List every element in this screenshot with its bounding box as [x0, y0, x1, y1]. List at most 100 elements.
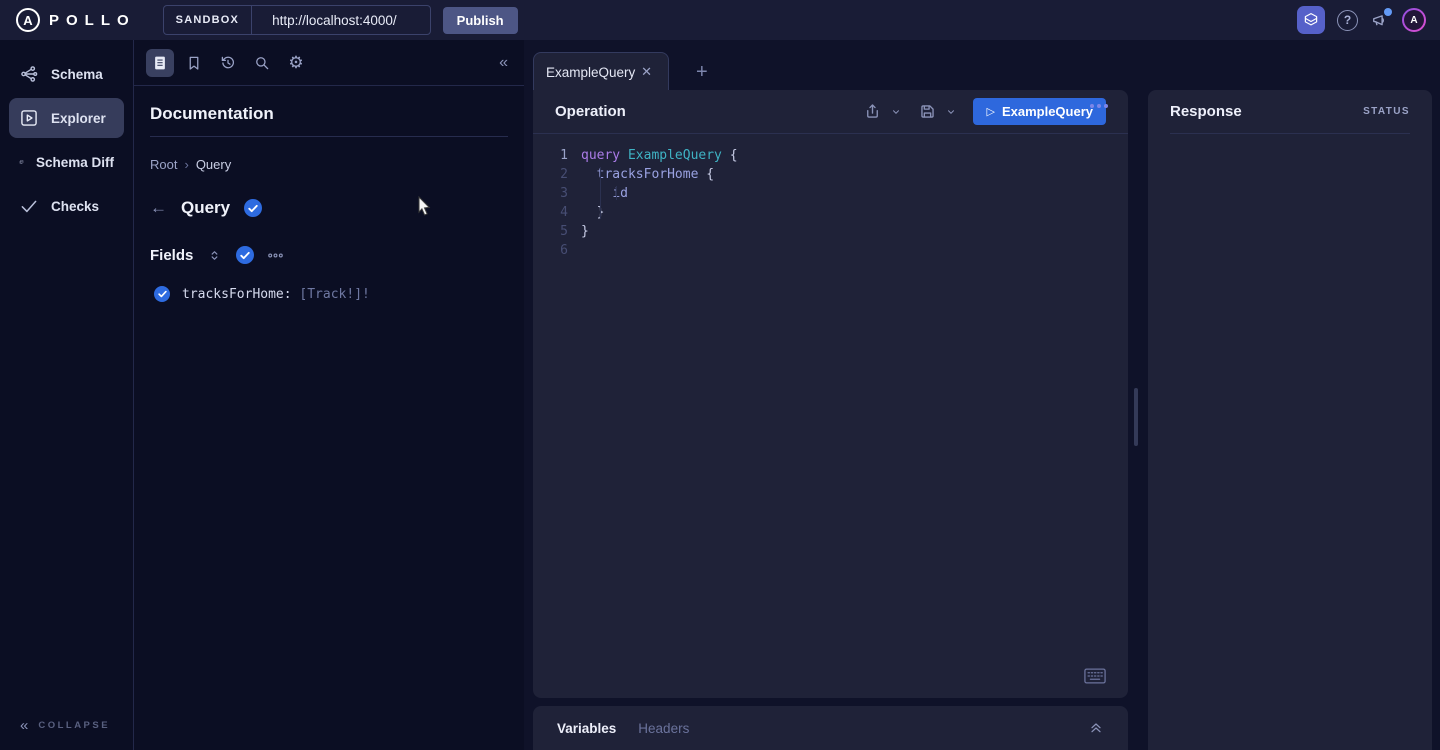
documentation-panel: ⚙ « Documentation Root › Query ← Query F… — [133, 40, 524, 750]
saved-operations-button[interactable] — [180, 49, 208, 77]
field-type[interactable]: [Track!]! — [299, 287, 369, 302]
docs-panel-title: Documentation — [150, 104, 508, 124]
share-operation-button[interactable] — [863, 102, 882, 121]
collapse-label: COLLAPSE — [38, 720, 110, 731]
notification-dot — [1384, 8, 1392, 16]
sidebar-item-checks[interactable]: Checks — [9, 186, 124, 226]
keyboard-shortcuts-button[interactable] — [1084, 668, 1106, 684]
fields-header-row: Fields — [150, 246, 508, 264]
check-icon — [158, 290, 167, 298]
explorer-play-icon — [19, 108, 39, 128]
type-heading-row: ← Query — [150, 198, 508, 218]
help-icon: ? — [1344, 13, 1351, 27]
run-button-label: ExampleQuery — [1002, 104, 1093, 119]
schema-diff-icon — [19, 152, 24, 172]
select-type-checkbox[interactable] — [244, 199, 262, 217]
search-icon — [253, 54, 271, 72]
collapse-sidebar-button[interactable]: « COLLAPSE — [20, 717, 110, 734]
user-avatar[interactable]: A — [1402, 8, 1426, 32]
variables-row: Variables Headers — [533, 706, 1128, 750]
keyboard-icon — [1084, 668, 1106, 684]
topbar-right: ? A — [1297, 6, 1426, 34]
topbar: A POLLO SANDBOX ⚙ Publish ? — [0, 0, 1440, 40]
apollo-logo-icon: A — [16, 8, 40, 32]
expand-collapse-fields-button[interactable] — [206, 247, 223, 264]
field-row-tracksForHome[interactable]: tracksForHome: [Track!]! — [154, 286, 508, 302]
schema-graph-icon — [19, 64, 39, 84]
sidebar-item-label: Explorer — [51, 111, 106, 126]
field-signature: tracksForHome: [Track!]! — [182, 287, 370, 302]
breadcrumb-separator: › — [184, 157, 188, 172]
check-icon — [248, 204, 258, 213]
tab-headers[interactable]: Headers — [638, 721, 689, 736]
back-arrow-icon[interactable]: ← — [150, 198, 167, 218]
graphql-editor[interactable]: 123456 query ExampleQuery { tracksForHom… — [533, 134, 1128, 260]
sidebar-item-explorer[interactable]: Explorer — [9, 98, 124, 138]
share-dropdown-chevron-icon[interactable] — [891, 107, 901, 117]
sidebar-item-schema[interactable]: Schema — [9, 54, 124, 94]
publish-button[interactable]: Publish — [443, 7, 518, 34]
expand-panel-button[interactable] — [1088, 720, 1104, 736]
docs-toolbar: ⚙ « — [134, 40, 524, 86]
endpoint-url-input[interactable] — [272, 13, 449, 28]
tab-examplequery[interactable]: ExampleQuery ✕ — [533, 52, 669, 91]
sidebar-item-label: Schema Diff — [36, 155, 114, 170]
field-name: tracksForHome: — [182, 287, 292, 302]
close-tab-icon[interactable]: ✕ — [637, 62, 656, 82]
indent-guide — [600, 167, 601, 219]
new-tab-button[interactable]: + — [696, 62, 708, 82]
code-lines: query ExampleQuery { tracksForHome { id … — [581, 146, 738, 260]
play-icon: ▷ — [986, 105, 994, 118]
operation-title: Operation — [555, 103, 626, 120]
response-status-label: STATUS — [1363, 106, 1410, 117]
run-operation-button[interactable]: ▷ ExampleQuery — [973, 98, 1106, 125]
editor-more-options-button[interactable] — [1090, 104, 1108, 108]
docs-divider — [150, 136, 508, 137]
operation-panel: Operation — [533, 90, 1128, 698]
share-icon — [863, 102, 882, 121]
field-checkbox[interactable] — [154, 286, 170, 302]
main-area: ExampleQuery ✕ + Operation — [524, 40, 1440, 750]
sandbox-badge: SANDBOX — [164, 6, 252, 34]
breadcrumb-current[interactable]: Query — [196, 157, 231, 172]
diamond-chevrons-icon — [206, 247, 223, 264]
sidebar-item-schema-diff[interactable]: Schema Diff — [9, 142, 124, 182]
history-button[interactable] — [214, 49, 242, 77]
select-all-fields-checkbox[interactable] — [236, 246, 254, 264]
fields-more-options-button[interactable] — [267, 247, 284, 264]
left-nav: Schema Explorer Schema Diff Checks « COL… — [0, 40, 133, 750]
apollo-logo: A POLLO — [16, 8, 136, 32]
explorer-settings-button[interactable]: ⚙ — [282, 49, 310, 77]
operation-actions: ▷ ExampleQuery — [863, 98, 1106, 125]
collapse-chevrons-icon: « — [20, 717, 28, 734]
apollo-logo-text: POLLO — [49, 12, 136, 29]
response-header: Response STATUS — [1170, 90, 1410, 134]
fields-label: Fields — [150, 247, 193, 264]
breadcrumb-root[interactable]: Root — [150, 157, 177, 172]
history-clock-icon — [219, 54, 237, 72]
help-button[interactable]: ? — [1337, 10, 1358, 31]
announcements-button[interactable] — [1370, 10, 1390, 30]
cube-icon — [1302, 11, 1320, 29]
indent-guide — [616, 186, 617, 200]
tab-bar: ExampleQuery ✕ + — [524, 40, 1440, 90]
response-title: Response — [1170, 103, 1242, 120]
endpoint-group: SANDBOX ⚙ — [163, 5, 431, 35]
docs-tab-button[interactable] — [146, 49, 174, 77]
variables-panel: Variables Headers — [533, 706, 1128, 750]
save-dropdown-chevron-icon[interactable] — [946, 107, 956, 117]
avatar-letter: A — [1404, 10, 1424, 30]
search-button[interactable] — [248, 49, 276, 77]
type-name: Query — [181, 198, 230, 218]
tab-variables[interactable]: Variables — [557, 721, 616, 736]
save-icon — [918, 102, 937, 121]
response-panel: Response STATUS — [1148, 90, 1432, 750]
collapse-docs-panel-button[interactable]: « — [495, 54, 512, 72]
sandbox-cube-button[interactable] — [1297, 6, 1325, 34]
document-icon — [151, 54, 169, 72]
save-operation-button[interactable] — [918, 102, 937, 121]
breadcrumb: Root › Query — [150, 157, 508, 172]
workspace: Operation — [524, 90, 1440, 750]
ellipsis-circles-icon — [267, 247, 284, 264]
panel-resize-handle[interactable] — [1134, 388, 1138, 446]
